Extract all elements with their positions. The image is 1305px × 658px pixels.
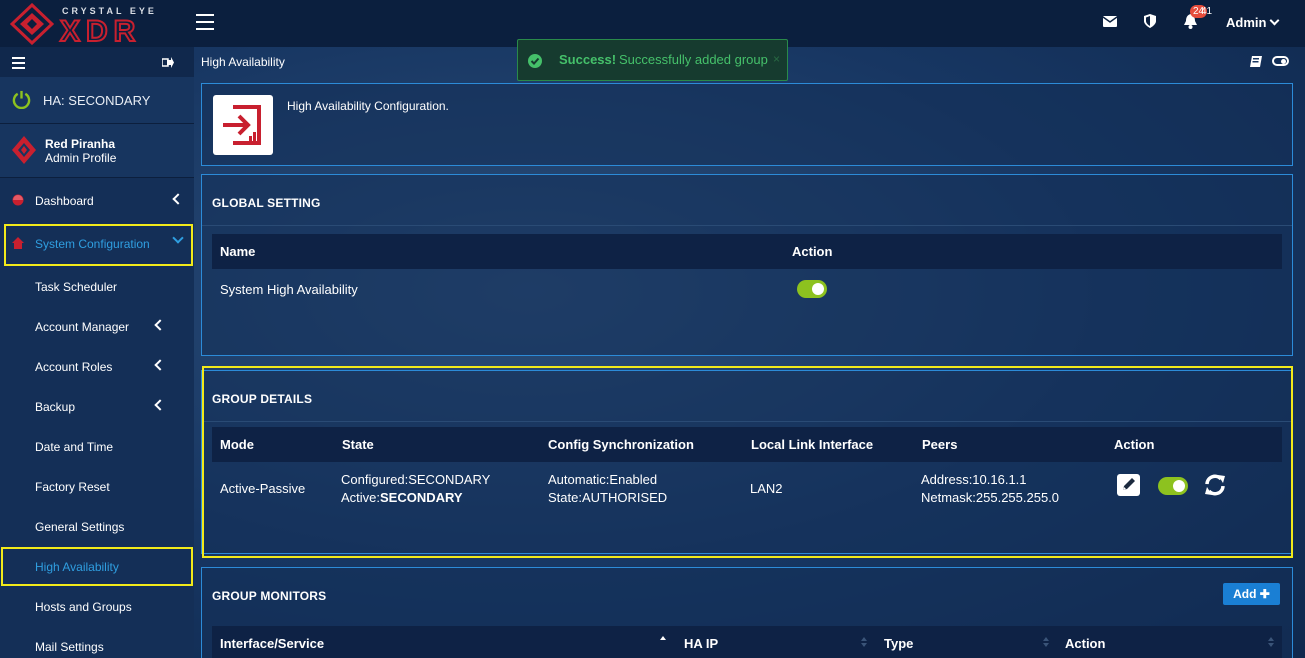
sidebar-collapse-icon[interactable] [12,57,25,72]
sidebar-item-label: Dashboard [35,194,94,208]
shield-icon[interactable] [1144,14,1156,28]
power-icon [12,90,31,109]
group-details-highlight [202,366,1293,558]
chevron-down-icon [1270,15,1280,26]
sidebar-item-account-manager[interactable]: Account Manager [0,306,194,346]
admin-profile[interactable]: Red Piranha Admin Profile [0,124,194,178]
global-setting-panel: GLOBAL SETTING Name Action System High A… [201,174,1293,356]
toast-message: Successfully added group [619,52,768,67]
system-ha-toggle[interactable] [797,280,827,298]
add-monitor-button[interactable]: Add ✚ [1223,583,1280,605]
panel-heading: GROUP MONITORS [212,589,327,603]
panel-heading: GLOBAL SETTING [212,196,321,210]
table-header: Interface/Service HA IP Type Action [212,626,1282,658]
ha-login-icon [223,105,261,145]
column-header-type[interactable]: Type [884,636,913,651]
table-header: Name Action [212,234,1282,269]
sidebar-item-label: Factory Reset [35,480,110,494]
divider [202,225,1292,226]
sidebar-item-label: Backup [35,400,76,414]
chevron-left-icon [154,319,166,331]
sidebar-item-hosts-and-groups[interactable]: Hosts and Groups [0,586,194,626]
sidebar-item-factory-reset[interactable]: Factory Reset [0,466,194,506]
sidebar-item-general-settings[interactable]: General Settings [0,506,194,546]
sidebar-item-label: Date and Time [35,440,114,454]
sidebar-header [0,47,194,77]
sort-asc-icon[interactable] [660,636,666,646]
sidebar-item-account-roles[interactable]: Account Roles [0,346,194,386]
toast-title: Success! [559,52,617,67]
column-header-interface-service[interactable]: Interface/Service [220,636,324,651]
plus-icon: ✚ [1259,587,1270,601]
chevron-left-icon [154,359,166,371]
intro-panel: High Availability Configuration. [201,83,1293,166]
sort-icon[interactable] [861,637,867,647]
profile-role: Admin Profile [45,151,117,165]
sidebar-item-date-and-time[interactable]: Date and Time [0,426,194,466]
ha-status-text: HA: SECONDARY [43,93,151,108]
setting-name: System High Availability [220,282,358,297]
toast-close-icon[interactable]: × [773,52,780,66]
sidebar-item-label: General Settings [35,520,125,534]
sidebar-item-label: Hosts and Groups [35,600,132,614]
sidebar-item-label: Mail Settings [35,640,104,654]
main-content: High Availability Success! Successfully … [194,39,1305,658]
sidebar-item-label: Account Manager [35,320,130,334]
mail-icon[interactable] [1103,16,1117,27]
group-monitors-panel: GROUP MONITORS Add ✚ Interface/Service H… [201,567,1293,658]
sidebar-item-label: Account Roles [35,360,113,374]
column-header-action: Action [792,244,833,259]
sign-out-icon[interactable] [162,57,174,68]
book-icon[interactable] [1250,56,1262,67]
piranha-logo-icon [12,136,36,164]
column-header-ha-ip[interactable]: HA IP [684,636,718,651]
profile-name: Red Piranha [45,137,116,151]
display-toggle-icon[interactable] [1272,56,1289,66]
sidebar-item-label: Task Scheduler [35,280,118,294]
sidebar-item-mail-settings[interactable]: Mail Settings [0,626,194,658]
dashboard-icon [12,194,24,206]
logo-diamond-icon [10,3,54,45]
crystal-eye-xdr-logo[interactable]: CRYSTAL EYE XDR [10,3,185,49]
chevron-left-icon [172,193,184,205]
check-circle-icon [528,54,542,68]
high-availability-highlight [1,547,193,586]
high-availability-logo [213,95,273,155]
add-label: Add [1233,587,1257,601]
admin-user-menu[interactable]: Admin [1226,15,1280,30]
success-toast: Success! Successfully added group × [517,39,788,81]
notification-badge-tail: 41 [1201,6,1213,17]
main-menu-toggle-icon[interactable] [196,14,214,30]
sidebar-item-task-scheduler[interactable]: Task Scheduler [0,266,194,306]
sidebar-item-backup[interactable]: Backup [0,386,194,426]
column-header-name: Name [220,244,256,259]
sidebar-item-dashboard[interactable]: Dashboard [0,180,194,220]
chevron-left-icon [154,399,166,411]
sort-icon[interactable] [1043,637,1049,647]
logo-title: XDR [59,14,142,49]
intro-description: High Availability Configuration. [287,99,449,113]
sort-icon[interactable] [1268,637,1274,647]
admin-label: Admin [1226,15,1267,30]
column-header-action[interactable]: Action [1065,636,1105,651]
system-configuration-highlight [4,224,193,266]
ha-status: HA: SECONDARY [0,77,194,124]
page-title: High Availability [201,55,285,69]
